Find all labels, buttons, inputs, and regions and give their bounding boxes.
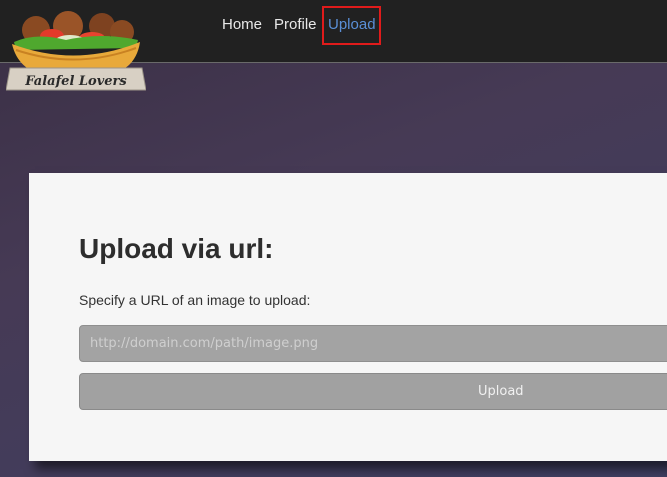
upload-button[interactable]: Upload xyxy=(79,373,667,410)
upload-highlight-box xyxy=(322,6,381,45)
page-title: Upload via url: xyxy=(79,233,274,264)
nav-home-link[interactable]: Home xyxy=(222,16,262,34)
falafel-lovers-logo[interactable]: Falafel Lovers xyxy=(6,10,146,92)
url-field-label: Specify a URL of an image to upload: xyxy=(79,292,311,308)
navbar: Falafel Lovers Home Profile Upload xyxy=(0,0,667,91)
nav-profile-link[interactable]: Profile xyxy=(274,16,317,34)
url-input[interactable] xyxy=(79,325,667,362)
upload-card: Upload via url: Specify a URL of an imag… xyxy=(29,173,667,461)
logo-text: Falafel Lovers xyxy=(24,74,127,89)
